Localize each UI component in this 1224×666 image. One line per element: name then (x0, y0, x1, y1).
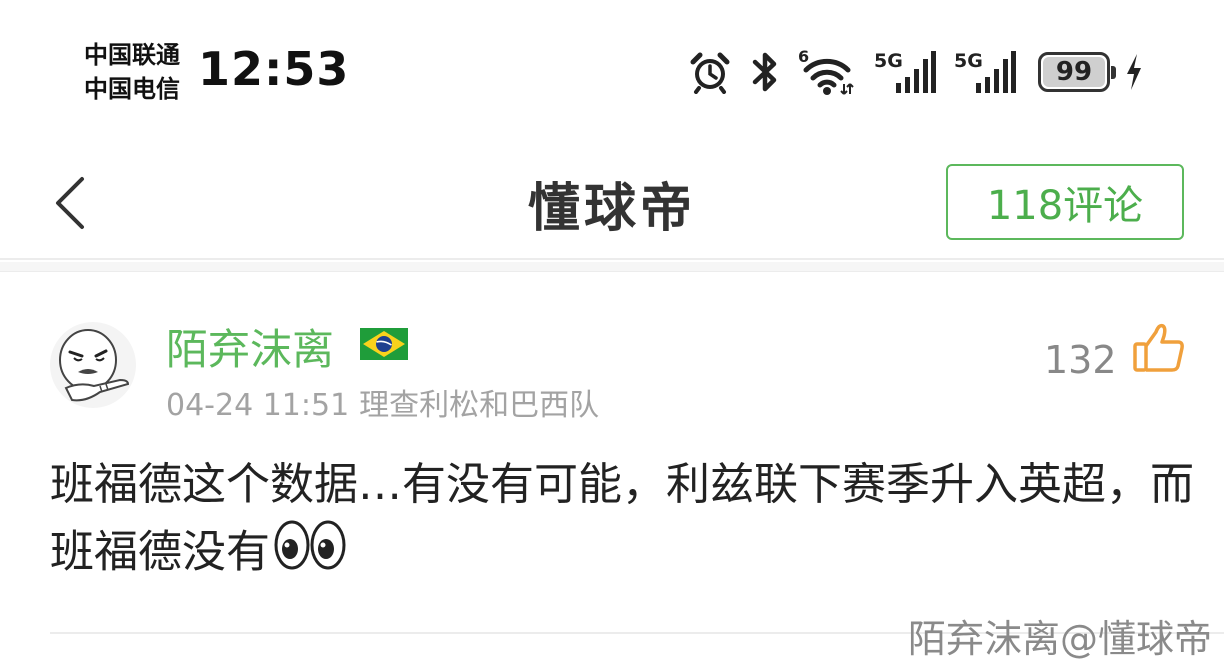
signal-icon: 5G (954, 49, 1016, 95)
comment-text: 班福德这个数据…有没有可能，利兹联下赛季升入英超，而班福德没有 (50, 452, 1200, 591)
clock: 12:53 (198, 42, 350, 96)
status-bar: 中国联通 中国电信 12:53 6 5G 5G 99 (0, 0, 1224, 140)
like-count: 132 (1044, 338, 1117, 382)
watermark: 陌弃沫离@懂球帝 (907, 617, 1212, 661)
meme-face-icon (59, 329, 130, 402)
comment-detail-page: 中国联通 中国电信 12:53 6 5G 5G 99 懂球帝 118评论 陌弃沫… (0, 0, 1224, 666)
eyes-emoji-icon (274, 518, 346, 591)
comment-body: 班福德这个数据…有没有可能，利兹联下赛季升入英超，而班福德没有 (50, 459, 1194, 578)
avatar[interactable] (50, 322, 136, 408)
bluetooth-icon (750, 50, 780, 94)
alarm-icon (688, 50, 732, 94)
comment-meta: 04-24 11:51 理查利松和巴西队 (166, 380, 599, 424)
signal-icon: 5G (874, 49, 936, 95)
carrier-info: 中国联通 中国电信 (84, 38, 180, 106)
comment-count-button[interactable]: 118评论 (946, 164, 1184, 240)
signal-1-label: 5G (874, 50, 903, 72)
thumbs-up-icon[interactable] (1132, 320, 1186, 378)
status-icons: 6 5G 5G 99 (670, 44, 1144, 100)
signal-2-label: 5G (954, 50, 983, 72)
comment-date: 04-24 11:51 (166, 388, 350, 423)
wifi-icon: 6 (798, 48, 856, 96)
battery-level: 99 (1043, 57, 1105, 87)
nav-bar: 懂球帝 118评论 (0, 140, 1224, 260)
comment-item: 陌弃沫离 04-24 11:51 理查利松和巴西队 132 班福德这个数据…有没有… (0, 272, 1224, 634)
battery-icon: 99 (1038, 52, 1116, 92)
divider (0, 262, 1224, 272)
wifi-badge: 6 (798, 48, 809, 66)
charging-icon (1124, 52, 1144, 92)
carrier-1: 中国联通 (84, 41, 180, 69)
username[interactable]: 陌弃沫离 (166, 316, 334, 377)
brazil-flag-icon (360, 328, 408, 364)
user-team: 理查利松和巴西队 (359, 388, 600, 423)
carrier-2: 中国电信 (84, 75, 180, 103)
